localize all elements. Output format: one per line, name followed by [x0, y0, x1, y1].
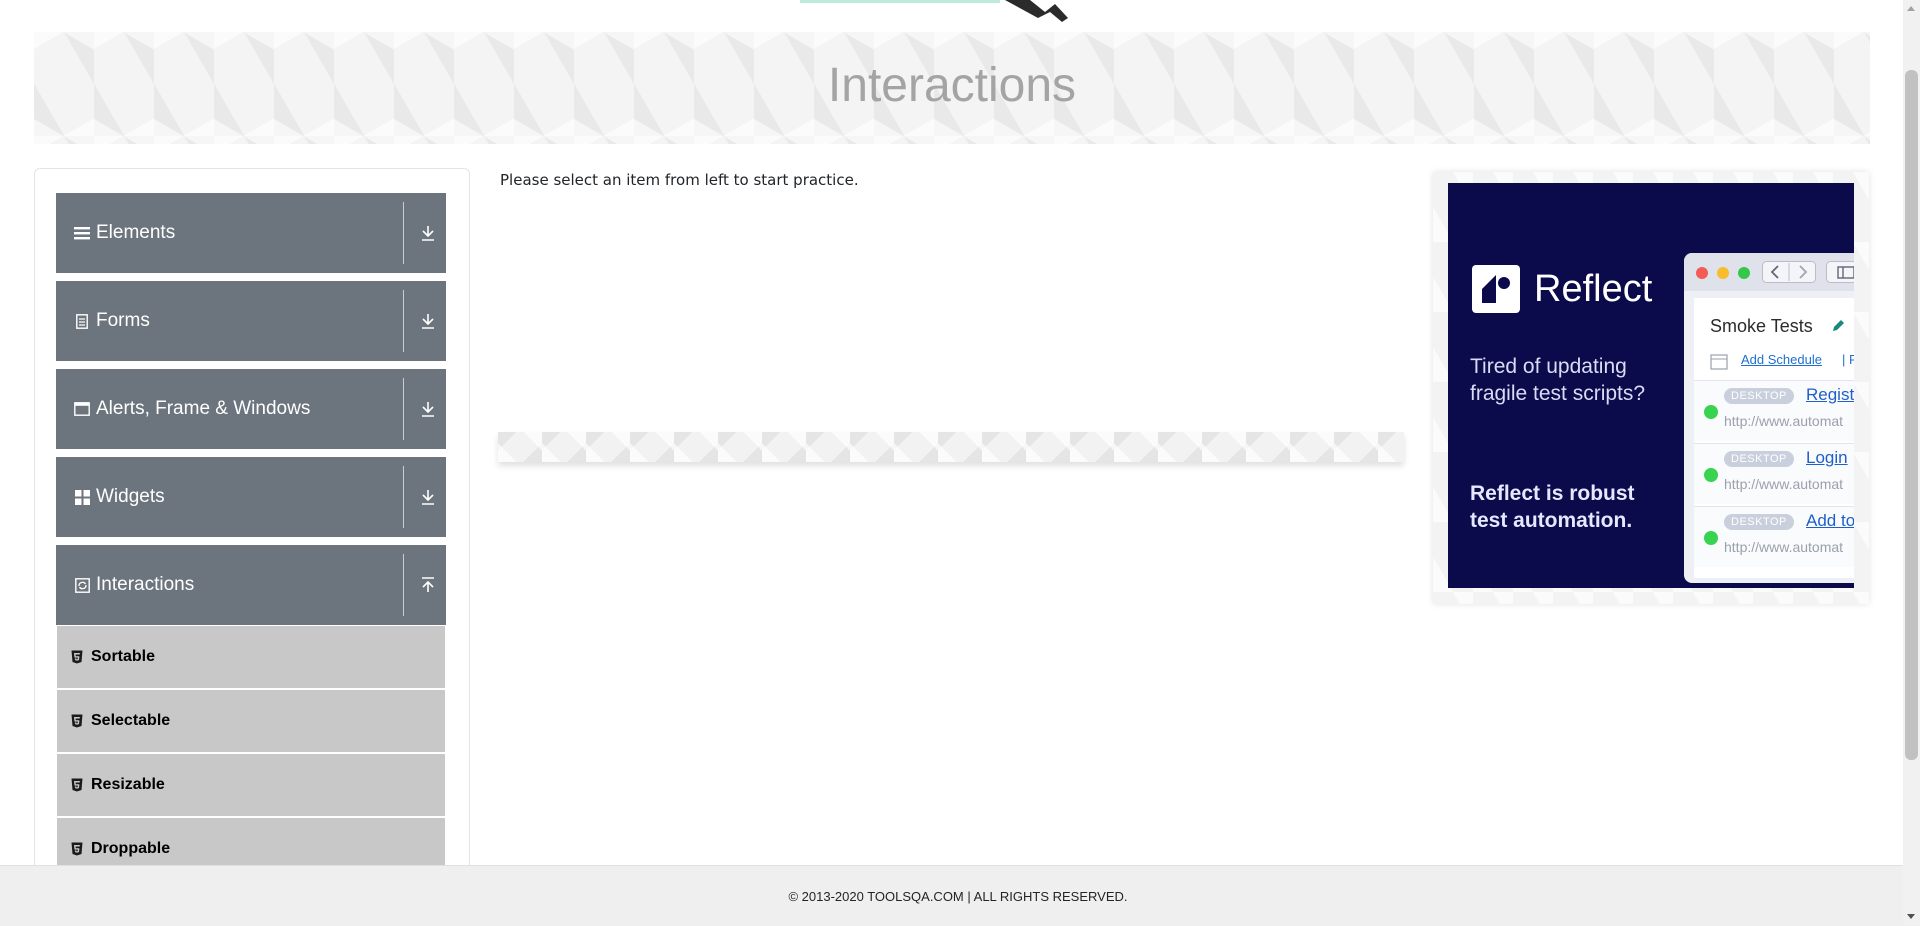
group-header-elements[interactable]: Elements: [56, 193, 446, 273]
menu-item-selectable[interactable]: Selectable: [57, 690, 445, 752]
expand-arrow-icon[interactable]: [418, 487, 438, 507]
status-ok-icon: [1704, 468, 1718, 482]
mockup-panel: Smoke Tests Add Schedule | Ru DESKTOP Re…: [1694, 298, 1854, 578]
close-dot-icon: [1696, 267, 1708, 279]
menu-item-resizable[interactable]: Resizable: [57, 754, 445, 816]
page-title: Interactions: [827, 58, 1077, 112]
minimize-dot-icon: [1717, 267, 1729, 279]
page-banner: Interactions: [34, 32, 1870, 144]
practice-instruction: Please select an item from left to start…: [500, 171, 859, 189]
add-schedule-link: Add Schedule: [1741, 352, 1822, 367]
group-header-widgets[interactable]: Widgets: [56, 457, 446, 537]
mockup-titlebar: [1684, 253, 1854, 291]
pencil-icon: [1833, 320, 1844, 331]
reflect-logo-icon: [1472, 265, 1520, 313]
group-label: Interactions: [96, 574, 195, 595]
ad-brand: Reflect: [1534, 267, 1653, 310]
status-ok-icon: [1704, 405, 1718, 419]
group-label: Forms: [96, 310, 150, 331]
scroll-thumb[interactable]: [1905, 70, 1918, 760]
ad-suite-title: Smoke Tests: [1710, 316, 1813, 336]
left-nav-panel: Elements Forms Alerts, Frame & Windows W…: [34, 168, 470, 869]
reflect-ad-banner[interactable]: Reflect Tired of updating fragile test s…: [1448, 183, 1854, 588]
group-header-forms[interactable]: Forms: [56, 281, 446, 361]
group-header-alerts-frame-windows[interactable]: Alerts, Frame & Windows: [56, 369, 446, 449]
group-header-interactions[interactable]: Interactions: [56, 545, 446, 625]
refresh-icon: [74, 577, 90, 593]
page-scrollbar[interactable]: [1903, 0, 1920, 925]
divider: [403, 202, 404, 264]
platform-badge: DESKTOP: [1724, 451, 1794, 467]
ad-claim: Reflect is robust test automation.: [1470, 482, 1635, 532]
divider: [403, 466, 404, 528]
ad-tagline: Tired of updating fragile test scripts?: [1470, 355, 1646, 405]
ad-browser-mockup: Smoke Tests Add Schedule | Ru DESKTOP Re…: [1684, 253, 1854, 583]
html5-icon: [71, 650, 83, 664]
run-row: DESKTOP Login http://www.automat: [1694, 443, 1854, 504]
test-name-link: Login: [1806, 448, 1848, 467]
expand-arrow-icon[interactable]: [418, 223, 438, 243]
group-label: Alerts, Frame & Windows: [96, 398, 311, 419]
test-name-link: Registr: [1806, 385, 1854, 404]
grid-icon: [74, 489, 90, 505]
platform-badge: DESKTOP: [1724, 388, 1794, 404]
ad-placeholder-strip: [498, 432, 1404, 462]
platform-badge: DESKTOP: [1724, 514, 1794, 530]
menu-item-label: Sortable: [91, 648, 156, 665]
menu-item-droppable[interactable]: Droppable: [57, 818, 445, 869]
group-label: Elements: [96, 222, 176, 243]
scroll-down-icon[interactable]: [1907, 914, 1915, 919]
document-icon: [74, 313, 90, 329]
menu-item-sortable[interactable]: Sortable: [57, 626, 445, 688]
footer: © 2013-2020 TOOLSQA.COM | ALL RIGHTS RES…: [0, 865, 1920, 926]
collapse-arrow-icon[interactable]: [418, 575, 438, 595]
menu-item-label: Resizable: [91, 776, 165, 793]
test-url: http://www.automat: [1724, 413, 1844, 429]
divider: [403, 554, 404, 616]
html5-icon: [71, 714, 83, 728]
scroll-up-icon[interactable]: [1907, 6, 1915, 11]
site-logo[interactable]: [800, 0, 1080, 22]
copyright-text: © 2013-2020 TOOLSQA.COM | ALL RIGHTS RES…: [788, 888, 1128, 904]
expand-arrow-icon[interactable]: [418, 311, 438, 331]
test-url: http://www.automat: [1724, 476, 1844, 492]
run-row: DESKTOP Registr http://www.automat: [1694, 380, 1854, 441]
menu-icon: [74, 225, 90, 241]
menu-item-label: Droppable: [91, 840, 171, 857]
maximize-dot-icon: [1738, 267, 1750, 279]
window-icon: [74, 401, 90, 417]
divider: [403, 378, 404, 440]
test-url: http://www.automat: [1724, 539, 1844, 555]
run-row: DESKTOP Add to http://www.automat: [1694, 506, 1854, 567]
html5-icon: [71, 842, 83, 856]
divider: [403, 290, 404, 352]
nav-arrows-icon: [1762, 261, 1816, 283]
status-ok-icon: [1704, 531, 1718, 545]
expand-arrow-icon[interactable]: [418, 399, 438, 419]
test-name-link: Add to: [1806, 511, 1854, 530]
reflect-logo: Reflect: [1472, 265, 1652, 313]
sidebar-toggle-icon: [1826, 261, 1854, 283]
calendar-icon: [1710, 354, 1728, 370]
group-label: Widgets: [96, 486, 165, 507]
menu-item-label: Selectable: [91, 712, 171, 729]
run-link-fragment: | Ru: [1842, 352, 1854, 367]
html5-icon: [71, 778, 83, 792]
